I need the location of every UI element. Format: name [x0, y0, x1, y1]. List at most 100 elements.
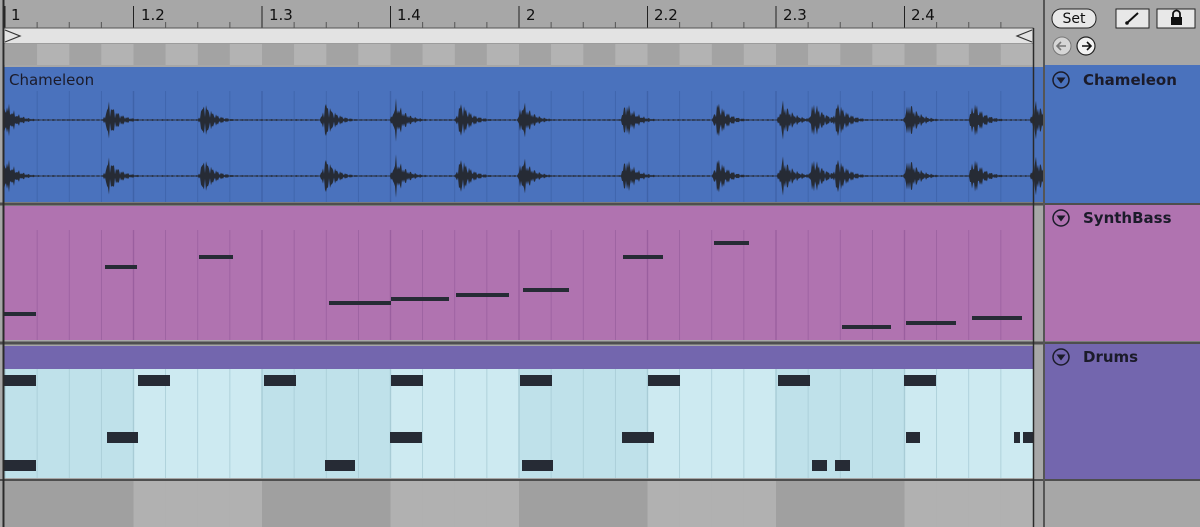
drum-grid-cell [1000, 369, 1033, 478]
strip-cell [776, 44, 809, 65]
strip-cell [968, 44, 1001, 65]
empty-lane-cell [711, 481, 744, 527]
strip-cell [422, 44, 455, 65]
synth-note [906, 321, 956, 325]
strip-cell [5, 44, 38, 65]
empty-lane-cell [968, 481, 1001, 527]
drum-note [107, 432, 138, 443]
strip-cell [679, 44, 712, 65]
drum-note [1014, 432, 1020, 443]
strip-cell [840, 44, 873, 65]
empty-lane-cell [936, 481, 969, 527]
empty-lane-cell [1000, 481, 1033, 527]
synth-note [842, 325, 891, 329]
strip-cell [615, 44, 648, 65]
drum-note [904, 375, 936, 386]
empty-lane-cell [390, 481, 423, 527]
strip-cell [904, 44, 937, 65]
empty-lane-cell [294, 481, 327, 527]
drums-clip-header[interactable] [4, 346, 1033, 369]
empty-track-header [1045, 481, 1200, 527]
track-name-chameleon: Chameleon [1083, 71, 1177, 89]
drum-note [648, 375, 680, 386]
empty-lane-cell [679, 481, 712, 527]
synth-note [199, 255, 233, 259]
strip-cell [936, 44, 969, 65]
empty-lane-cell [37, 481, 70, 527]
synth-note [456, 293, 509, 297]
ruler-label-1-2: 1.2 [141, 6, 165, 24]
ruler-label-2-2: 2.2 [654, 6, 678, 24]
empty-lane [5, 481, 1033, 527]
drum-grid-cell [711, 369, 744, 478]
strip-cell [486, 44, 519, 65]
empty-lane-cell [165, 481, 198, 527]
ruler-label-1: 1 [11, 6, 21, 24]
empty-lane-cell [326, 481, 359, 527]
ruler-label-1-3: 1.3 [269, 6, 293, 24]
strip-cell [262, 44, 295, 65]
ruler-label-2: 2 [526, 6, 536, 24]
drum-note [835, 460, 850, 471]
strip-cell [133, 44, 166, 65]
empty-lane-cell [615, 481, 648, 527]
empty-lane-cell [262, 481, 295, 527]
drum-note [520, 375, 552, 386]
drum-grid-cell [69, 369, 102, 478]
empty-lane-cell [583, 481, 616, 527]
empty-lane-cell [486, 481, 519, 527]
drum-grid-cell [165, 369, 198, 478]
timeline-strip [4, 44, 1033, 65]
strip-cell [454, 44, 487, 65]
synth-note [714, 241, 749, 245]
drum-grid-cell [679, 369, 712, 478]
synth-note [105, 265, 137, 269]
empty-lane-cell [743, 481, 776, 527]
drum-grid-cell [229, 369, 262, 478]
synth-note [523, 288, 569, 292]
loop-brace[interactable] [3, 27, 1034, 45]
strip-cell [326, 44, 359, 65]
empty-lane-cell [551, 481, 584, 527]
strip-cell [808, 44, 841, 65]
empty-lane-cell [808, 481, 841, 527]
empty-lane-cell [840, 481, 873, 527]
drum-grid-cell [968, 369, 1001, 478]
track-name-drums: Drums [1083, 348, 1138, 366]
strip-cell [1000, 44, 1033, 65]
strip-cell [743, 44, 776, 65]
drum-grid-cell [358, 369, 391, 478]
audio-clip-header[interactable] [4, 67, 1033, 91]
empty-lane-cell [776, 481, 809, 527]
ruler-label-2-4: 2.4 [911, 6, 935, 24]
strip-cell [390, 44, 423, 65]
drum-note [812, 460, 827, 471]
clip-name-chameleon: Chameleon [9, 71, 94, 89]
drum-note [4, 375, 36, 386]
empty-lane-cell [647, 481, 680, 527]
drum-grid-cell [486, 369, 519, 478]
drum-grid-cell [743, 369, 776, 478]
empty-lane-cell [904, 481, 937, 527]
strip-cell [711, 44, 744, 65]
empty-lane-cell [229, 481, 262, 527]
synth-note [329, 301, 391, 305]
track-name-synthbass: SynthBass [1083, 209, 1172, 227]
drum-grid-cell [936, 369, 969, 478]
drum-note [622, 432, 654, 443]
strip-cell [197, 44, 230, 65]
drum-note [138, 375, 170, 386]
synth-note [4, 312, 36, 316]
empty-lane-cell [101, 481, 134, 527]
drum-grid-cell [872, 369, 905, 478]
drum-grid-cell [583, 369, 616, 478]
drum-grid-cell [101, 369, 134, 478]
empty-lane-cell [358, 481, 391, 527]
drum-grid-cell [551, 369, 584, 478]
drum-grid-cell [615, 369, 648, 478]
synth-note [623, 255, 663, 259]
drum-note [906, 432, 920, 443]
synth-clip-header[interactable] [4, 206, 1033, 230]
drum-note [522, 460, 553, 471]
synth-note [391, 297, 449, 301]
